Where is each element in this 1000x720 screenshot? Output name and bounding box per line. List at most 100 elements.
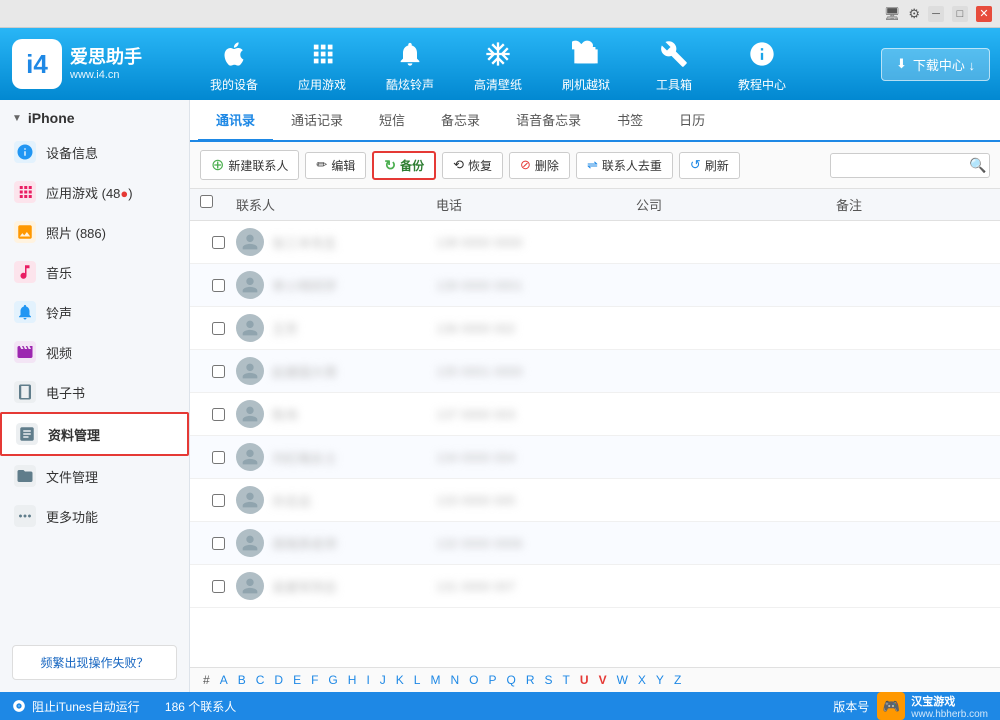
row-checkbox[interactable] [212,494,225,507]
sidebar-device: ▼ iPhone [0,100,189,132]
alpha-f[interactable]: F [308,672,321,688]
table-row[interactable]: 赵建国大哥 135 0001 0000 [190,350,1000,393]
logo-text: 爱思助手 www.i4.cn [70,47,142,81]
minimize-button[interactable]: ─ [928,6,944,22]
alpha-q[interactable]: Q [504,672,519,688]
row-checkbox[interactable] [212,322,225,335]
alpha-a[interactable]: A [217,672,231,688]
avatar [236,357,264,385]
select-all-checkbox[interactable] [200,195,213,208]
monitor-icon: 🖥 [884,6,901,22]
alpha-j[interactable]: J [377,672,389,688]
search-box[interactable]: 🔍 [830,153,990,178]
alpha-p[interactable]: P [486,672,500,688]
alpha-m[interactable]: M [427,672,443,688]
restore-icon: ⟲ [453,157,464,173]
edit-icon: ✏ [316,157,327,173]
tab-notes[interactable]: 备忘录 [423,100,498,142]
sidebar-item-data-mgmt[interactable]: 资料管理 [0,412,189,456]
table-row[interactable]: 王芳 136 0000 002 [190,307,1000,350]
table-row[interactable]: 陈伟 137 0000 003 [190,393,1000,436]
sidebar-item-ebook[interactable]: 电子书 [0,372,189,412]
tab-contacts[interactable]: 通讯录 [198,100,273,142]
search-input[interactable] [839,158,969,172]
row-checkbox[interactable] [212,408,225,421]
tab-voice-notes[interactable]: 语音备忘录 [498,100,599,142]
folder-icon [14,465,36,487]
apps-icon [304,36,340,72]
sidebar-item-device-info[interactable]: 设备信息 [0,132,189,172]
avatar [236,228,264,256]
row-checkbox[interactable] [212,236,225,249]
tab-calendar[interactable]: 日历 [661,100,723,142]
download-button[interactable]: ⬇ 下载中心 ↓ [881,48,990,81]
sidebar-item-photos[interactable]: 照片 (886) [0,212,189,252]
alpha-w[interactable]: W [614,672,631,688]
nav-my-device[interactable]: 我的设备 [190,28,278,100]
alpha-i[interactable]: I [363,672,372,688]
nav-tutorial[interactable]: 教程中心 [718,28,806,100]
alpha-h[interactable]: H [345,672,360,688]
sidebar-item-video[interactable]: 视频 [0,332,189,372]
edit-button[interactable]: ✏ 编辑 [305,152,366,179]
trouble-button[interactable]: 频繁出现操作失败？ [12,645,177,680]
nav-apps[interactable]: 应用游戏 [278,28,366,100]
alpha-e[interactable]: E [290,672,304,688]
table-row[interactable]: 李小明同学 139 0000 0001 [190,264,1000,307]
tab-bookmarks[interactable]: 书签 [599,100,661,142]
alpha-l[interactable]: L [411,672,424,688]
alpha-r[interactable]: R [523,672,538,688]
table-row[interactable]: 张三丰先生 138 0000 0000 [190,221,1000,264]
sidebar: ▼ iPhone 设备信息 应用游戏 (48●) 照片 (886) [0,100,190,692]
alpha-x[interactable]: X [635,672,649,688]
alpha-g[interactable]: G [325,672,340,688]
nav-jailbreak[interactable]: 刷机越狱 [542,28,630,100]
tab-sms[interactable]: 短信 [361,100,423,142]
delete-button[interactable]: ⊘ 删除 [509,152,570,179]
nav-tools[interactable]: 工具箱 [630,28,718,100]
backup-button[interactable]: ↻ 备份 [372,151,436,180]
avatar [236,271,264,299]
restore-button[interactable]: ⟲ 恢复 [442,152,503,179]
title-bar: 🖥 ⚙ ─ □ ✕ [0,0,1000,28]
row-checkbox[interactable] [212,365,225,378]
alpha-o[interactable]: O [466,672,481,688]
sidebar-item-apps[interactable]: 应用游戏 (48●) [0,172,189,212]
alpha-z[interactable]: Z [671,672,684,688]
close-button[interactable]: ✕ [976,6,992,22]
table-row[interactable]: 吴建军同志 131 0000 007 [190,565,1000,608]
sidebar-item-ringtones[interactable]: 铃声 [0,292,189,332]
new-contact-button[interactable]: ⊕ 新建联系人 [200,150,299,180]
row-checkbox[interactable] [212,279,225,292]
alpha-d[interactable]: D [271,672,286,688]
alpha-hash[interactable]: # [200,672,213,688]
sidebar-item-music[interactable]: 音乐 [0,252,189,292]
sidebar-item-file-mgmt[interactable]: 文件管理 [0,456,189,496]
table-row[interactable]: 周晓燕老师 132 0000 0006 [190,522,1000,565]
alpha-n[interactable]: N [447,672,462,688]
alpha-y[interactable]: Y [653,672,667,688]
alpha-k[interactable]: K [393,672,407,688]
data-mgmt-icon [16,423,38,445]
status-bar: 阻止iTunes自动运行 186 个联系人 版本号 🎮 汉宝游戏 www.hbh… [0,692,1000,720]
merge-button[interactable]: ⇌ 联系人去重 [576,152,673,179]
row-checkbox[interactable] [212,580,225,593]
refresh-button[interactable]: ↺ 刷新 [679,152,740,179]
alpha-b[interactable]: B [235,672,249,688]
alpha-t[interactable]: T [560,672,573,688]
table-row[interactable]: 刘红梅女士 134 0000 004 [190,436,1000,479]
tab-calls[interactable]: 通话记录 [273,100,361,142]
alpha-s[interactable]: S [542,672,556,688]
nav-wallpaper[interactable]: 高清壁纸 [454,28,542,100]
nav-ringtone[interactable]: 酷炫铃声 [366,28,454,100]
row-checkbox[interactable] [212,451,225,464]
contact-name: 张三丰先生 [272,233,337,252]
alpha-u[interactable]: U [577,672,592,688]
row-checkbox[interactable] [212,537,225,550]
sidebar-item-more[interactable]: 更多功能 [0,496,189,536]
table-row[interactable]: 孙志远 133 0000 005 [190,479,1000,522]
maximize-button[interactable]: □ [952,6,968,22]
alpha-v[interactable]: V [596,672,610,688]
contact-phone: 131 0000 007 [436,579,636,594]
alpha-c[interactable]: C [253,672,268,688]
